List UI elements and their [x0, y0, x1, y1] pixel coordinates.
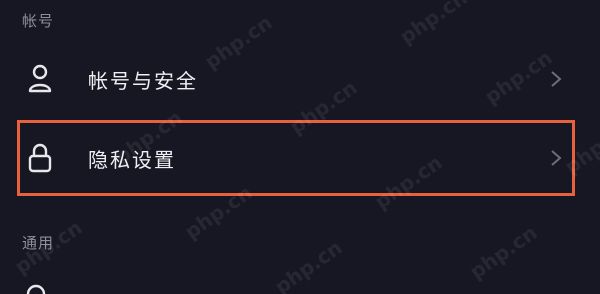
settings-item-label: 帐号与安全 — [88, 68, 198, 93]
section-title-general: 通用 — [22, 234, 55, 252]
settings-item-account-security[interactable]: 帐号与安全 — [18, 42, 578, 116]
watermark: php.cn — [465, 220, 542, 284]
settings-screen: 帐号 帐号与安全 隐私设置 通用 php.cn php.cn php.cn ph… — [0, 0, 600, 294]
section-title-account: 帐号 — [22, 12, 55, 30]
user-icon — [22, 61, 58, 97]
settings-item-privacy[interactable]: 隐私设置 — [18, 121, 578, 195]
settings-item-label: 隐私设置 — [88, 147, 176, 172]
chevron-right-icon — [551, 71, 562, 87]
lock-icon — [22, 140, 58, 176]
chevron-right-icon — [551, 150, 562, 166]
settings-item-partial-icon — [26, 284, 46, 294]
watermark: php.cn — [270, 235, 347, 294]
